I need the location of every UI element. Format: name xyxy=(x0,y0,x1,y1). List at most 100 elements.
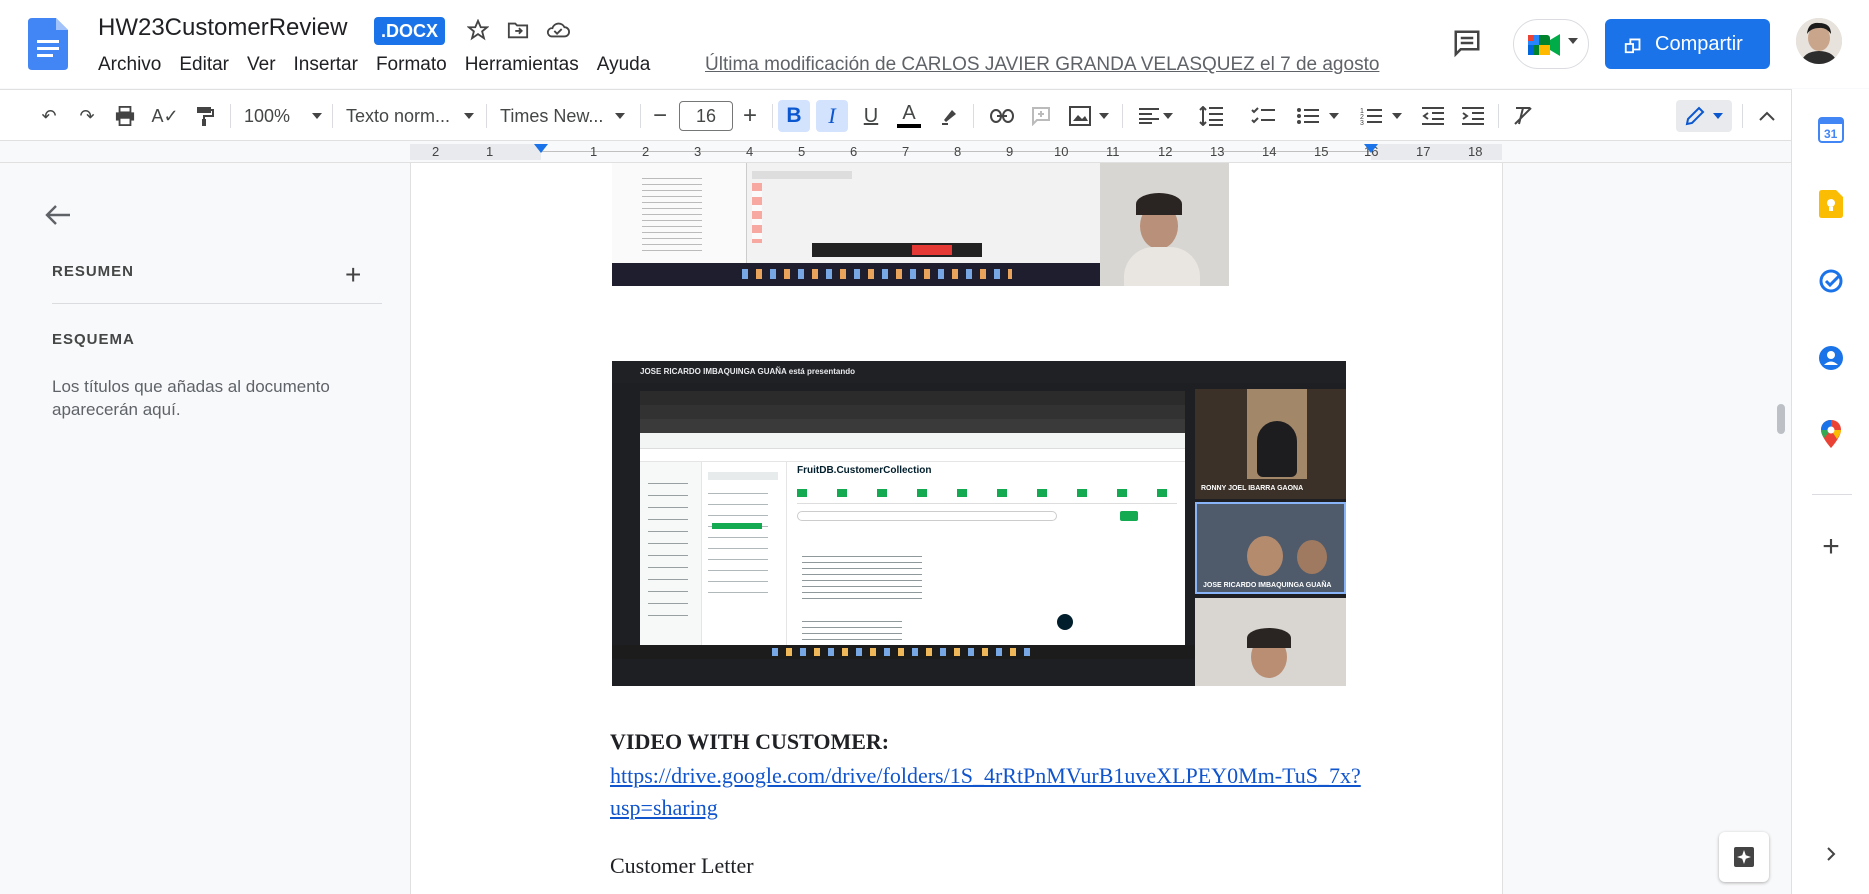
svg-text:3: 3 xyxy=(1360,120,1364,125)
comments-icon[interactable] xyxy=(1452,28,1482,63)
share-label: Compartir xyxy=(1655,32,1743,55)
docs-logo-icon[interactable] xyxy=(28,18,68,70)
increase-indent-icon[interactable] xyxy=(1458,100,1488,132)
menu-ver[interactable]: Ver xyxy=(247,54,276,76)
menu-formato[interactable]: Formato xyxy=(376,54,447,76)
chevron-right-icon[interactable] xyxy=(1816,839,1846,869)
decrease-indent-icon[interactable] xyxy=(1418,100,1448,132)
font-value: Times New... xyxy=(500,105,604,126)
star-icon[interactable] xyxy=(465,17,491,43)
tasks-icon[interactable] xyxy=(1816,266,1846,296)
menu-herramientas[interactable]: Herramientas xyxy=(465,54,579,76)
menu-insertar[interactable]: Insertar xyxy=(294,54,358,76)
explore-button[interactable] xyxy=(1719,832,1769,882)
embedded-image-mongodb-screenshot[interactable]: JOSE RICARDO IMBAQUINGA GUAÑA está prese… xyxy=(612,361,1346,686)
avatar[interactable] xyxy=(1796,18,1842,64)
zoom-select[interactable]: 100% xyxy=(244,100,324,132)
outline-heading: ESQUEMA xyxy=(52,331,135,348)
video-heading: VIDEO WITH CUSTOMER: xyxy=(610,729,890,754)
scrollbar-thumb[interactable] xyxy=(1777,404,1785,434)
chevron-down-icon xyxy=(1163,113,1173,119)
collection-title: FruitDB.CustomerCollection xyxy=(797,465,932,476)
drive-link[interactable]: https://drive.google.com/drive/folders/1… xyxy=(610,760,1370,824)
pencil-icon xyxy=(1685,106,1705,126)
highlight-icon[interactable] xyxy=(935,100,965,132)
embedded-image-ide-screenshot[interactable] xyxy=(612,163,1229,286)
move-to-folder-icon[interactable] xyxy=(505,17,531,43)
insert-image-icon[interactable] xyxy=(1064,100,1114,132)
chevron-down-icon xyxy=(1099,113,1109,119)
add-addon-icon[interactable]: + xyxy=(1816,530,1846,563)
sparkle-icon xyxy=(1734,847,1754,867)
participant-tile-active: JOSE RICARDO IMBAQUINGA GUAÑA xyxy=(1195,502,1346,594)
underline-button[interactable]: U xyxy=(856,100,886,132)
chevron-down-icon xyxy=(312,113,323,119)
menu-ayuda[interactable]: Ayuda xyxy=(597,54,651,76)
contacts-icon[interactable] xyxy=(1816,343,1846,373)
menu-archivo[interactable]: Archivo xyxy=(98,54,161,76)
outline-empty-message: Los títulos que añadas al documento apar… xyxy=(52,377,330,419)
keep-icon[interactable] xyxy=(1816,189,1846,219)
share-button[interactable]: Compartir xyxy=(1605,19,1770,69)
rail-divider xyxy=(1812,494,1852,495)
chevron-down-icon xyxy=(1392,113,1402,119)
editing-mode-button[interactable] xyxy=(1676,100,1732,132)
redo-icon[interactable]: ↷ xyxy=(72,100,102,132)
formatting-toolbar: ↶ ↷ A✓ 100% Texto norm... Times New... −… xyxy=(0,89,1791,141)
insert-link-icon[interactable] xyxy=(986,100,1018,132)
numbered-list-icon[interactable]: 123 xyxy=(1356,100,1406,132)
font-select[interactable]: Times New... xyxy=(500,100,635,132)
decrease-font-size-button[interactable]: − xyxy=(646,100,674,132)
bold-button[interactable]: B xyxy=(778,100,810,132)
top-bar: HW23CustomerReview .DOCX Archivo Editar … xyxy=(0,0,1869,88)
document-title[interactable]: HW23CustomerReview xyxy=(98,14,347,42)
customer-letter-text: Customer Letter xyxy=(610,853,754,878)
font-size-input[interactable]: 16 xyxy=(679,101,733,131)
right-indent-marker[interactable] xyxy=(1364,144,1378,153)
document-outline-panel: RESUMEN + ESQUEMA Los títulos que añadas… xyxy=(20,163,410,894)
collapse-menus-icon[interactable] xyxy=(1752,100,1782,132)
last-modified-link[interactable]: Última modificación de CARLOS JAVIER GRA… xyxy=(705,54,1379,76)
style-value: Texto norm... xyxy=(346,105,451,126)
participant-name: JOSE RICARDO IMBAQUINGA GUAÑA xyxy=(1203,582,1332,589)
checklist-icon[interactable] xyxy=(1248,100,1278,132)
cloud-saved-icon[interactable] xyxy=(545,17,571,43)
zoom-value: 100% xyxy=(244,105,291,126)
menu-editar[interactable]: Editar xyxy=(179,54,229,76)
meet-button[interactable] xyxy=(1513,19,1589,69)
menu-bar: Archivo Editar Ver Insertar Formato Herr… xyxy=(98,54,668,76)
webcam-tile xyxy=(1100,163,1229,286)
chevron-down-icon xyxy=(1568,38,1578,44)
italic-button[interactable]: I xyxy=(816,100,848,132)
participant-tile xyxy=(1195,598,1346,686)
ruler[interactable]: 2 1 1 2 3 4 5 6 7 8 9 10 11 12 13 14 15 … xyxy=(0,141,1791,163)
chevron-down-icon xyxy=(615,113,626,119)
add-comment-icon[interactable] xyxy=(1026,100,1056,132)
paint-format-icon[interactable] xyxy=(190,100,220,132)
back-arrow-icon[interactable] xyxy=(44,203,72,232)
clear-formatting-icon[interactable] xyxy=(1508,100,1538,132)
paragraph-style-select[interactable]: Texto norm... xyxy=(346,100,476,132)
left-indent-marker[interactable] xyxy=(534,144,548,153)
ruler-scale: 2 1 1 2 3 4 5 6 7 8 9 10 11 12 13 14 15 … xyxy=(410,141,1510,163)
participant-name: RONNY JOEL IBARRA GAONA xyxy=(1201,485,1304,492)
increase-font-size-button[interactable]: + xyxy=(736,100,764,132)
document-page[interactable]: JOSE RICARDO IMBAQUINGA GUAÑA está prese… xyxy=(410,163,1503,894)
divider xyxy=(52,303,382,304)
people-icon xyxy=(1624,38,1641,54)
line-spacing-icon[interactable] xyxy=(1196,100,1226,132)
chevron-down-icon xyxy=(1713,113,1723,119)
bulleted-list-icon[interactable] xyxy=(1293,100,1343,132)
maps-icon[interactable] xyxy=(1816,419,1846,449)
calendar-icon[interactable]: 31 xyxy=(1816,115,1846,145)
svg-text:31: 31 xyxy=(1824,127,1838,141)
align-icon[interactable] xyxy=(1134,100,1178,132)
print-icon[interactable] xyxy=(110,100,140,132)
participant-tile: RONNY JOEL IBARRA GAONA xyxy=(1195,389,1346,499)
undo-icon[interactable]: ↶ xyxy=(34,100,64,132)
chevron-down-icon xyxy=(464,113,475,119)
spellcheck-icon[interactable]: A✓ xyxy=(150,100,180,132)
add-summary-icon[interactable]: + xyxy=(345,259,361,291)
text-color-button[interactable]: A xyxy=(894,100,924,132)
side-panel-rail: 31 + xyxy=(1791,89,1869,894)
